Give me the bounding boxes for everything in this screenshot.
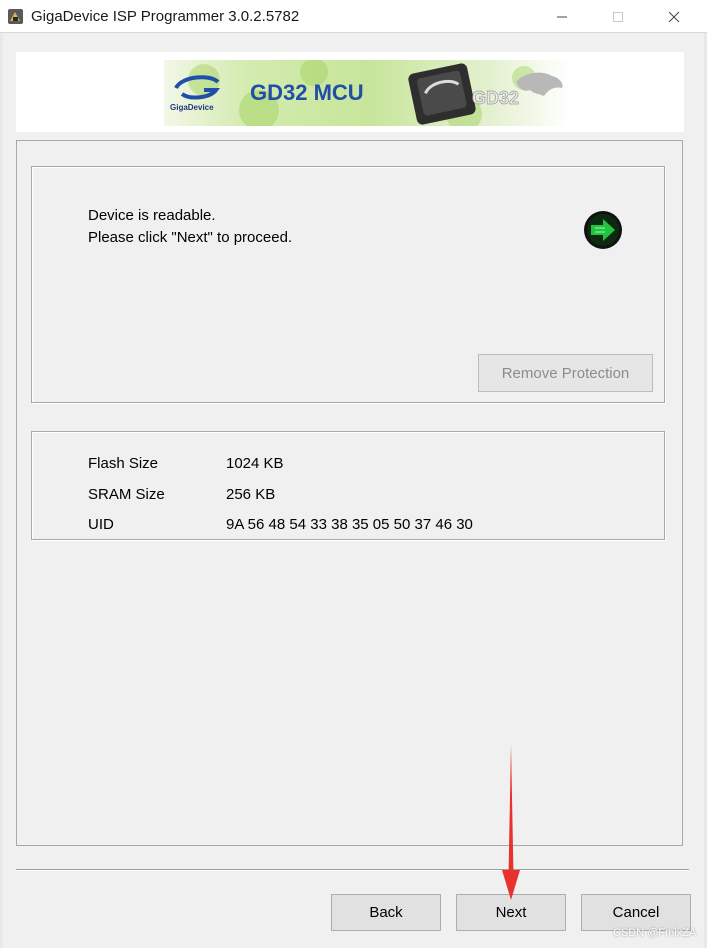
title-bar: GigaDevice ISP Programmer 3.0.2.5782: [0, 0, 707, 33]
next-button[interactable]: Next: [456, 894, 566, 931]
device-info-group: Flash Size 1024 KB SRAM Size 256 KB UID …: [31, 431, 665, 540]
status-message: Device is readable.: [88, 207, 216, 224]
minimize-button[interactable]: [539, 0, 585, 33]
banner-image: GigaDevice GD32 MCU GD32: [164, 60, 570, 126]
app-icon: [8, 9, 23, 24]
close-button[interactable]: [651, 0, 697, 33]
flash-size-label: Flash Size: [88, 455, 159, 472]
window-title: GigaDevice ISP Programmer 3.0.2.5782: [31, 8, 300, 25]
sram-size-value: 256 KB: [226, 486, 276, 503]
remove-protection-button[interactable]: Remove Protection: [478, 354, 653, 392]
minimize-icon: [557, 16, 567, 18]
banner-product-text: GD32 MCU: [250, 80, 364, 105]
back-button[interactable]: Back: [331, 894, 441, 931]
watermark: CSDN @FmixZA: [613, 927, 697, 939]
flash-size-value: 1024 KB: [226, 455, 284, 472]
status-instruction: Please click "Next" to proceed.: [88, 229, 293, 246]
maximize-button[interactable]: [595, 0, 641, 33]
gd32-banner: GigaDevice GD32 MCU GD32: [16, 52, 684, 132]
uid-value: 9A 56 48 54 33 38 35 05 50 37 46 30: [226, 516, 473, 533]
maximize-icon: [613, 12, 623, 22]
main-panel: Device is readable. Please click "Next" …: [16, 140, 683, 846]
banner-logo-text: GigaDevice: [170, 103, 214, 112]
cancel-button[interactable]: Cancel: [581, 894, 691, 931]
banner-chip-text: GD32: [472, 88, 519, 108]
sram-size-label: SRAM Size: [88, 486, 165, 503]
uid-label: UID: [88, 516, 114, 533]
window-left-edge: [0, 33, 3, 948]
green-arrow-icon: [584, 211, 622, 249]
footer-separator: [16, 869, 689, 871]
status-group: Device is readable. Please click "Next" …: [31, 166, 665, 403]
close-icon: [668, 11, 680, 23]
